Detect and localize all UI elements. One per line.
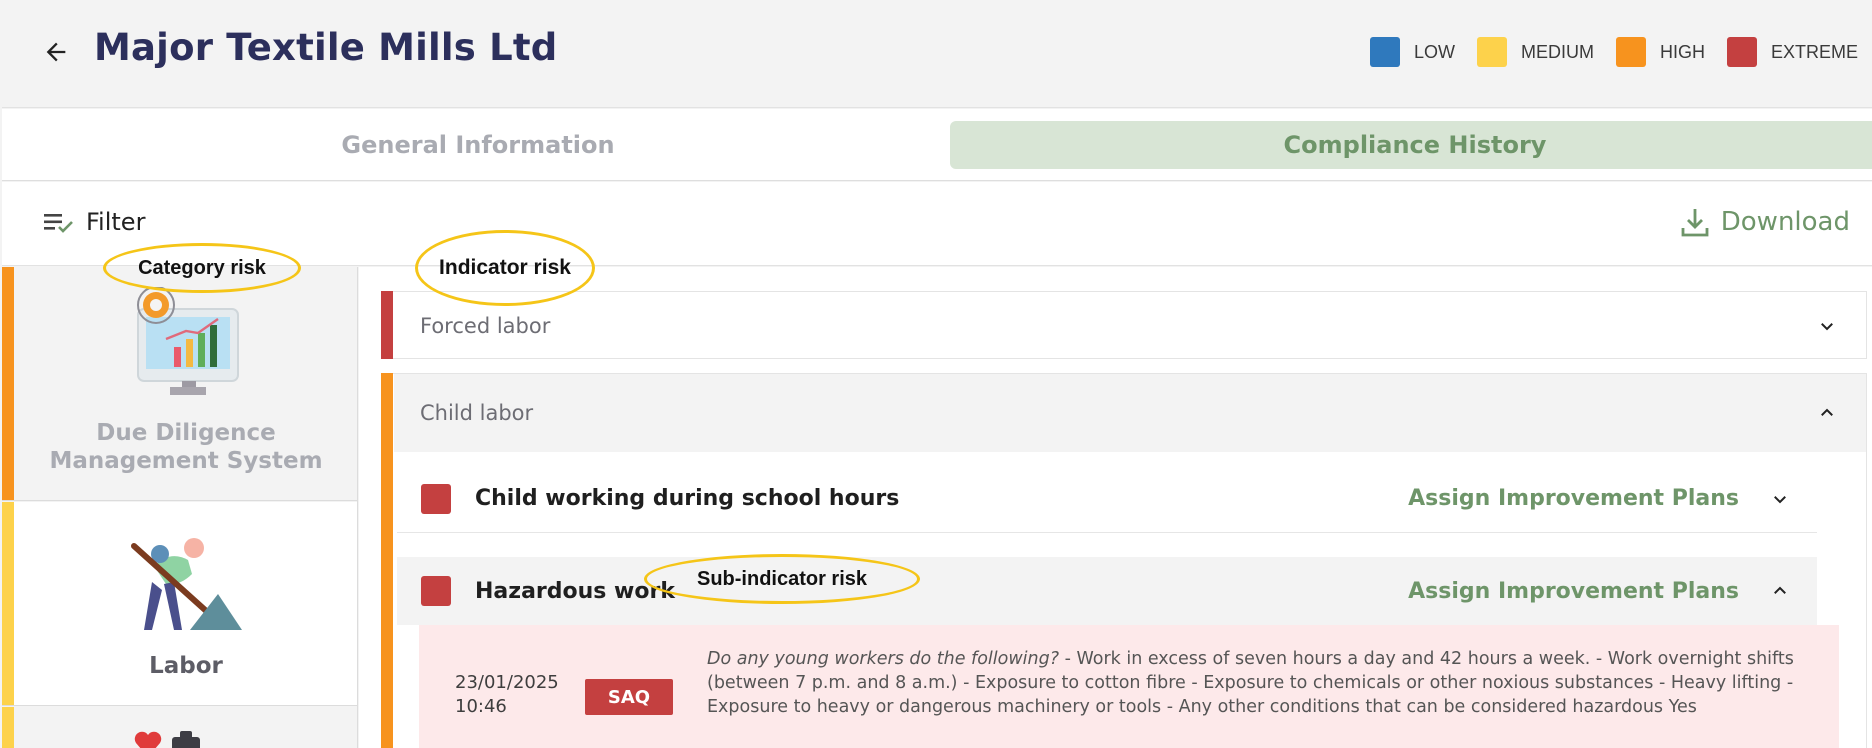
sub-indicator-title: Child working during school hours xyxy=(475,486,900,511)
annotation-indicator-risk: Indicator risk xyxy=(415,230,595,306)
category-label-line1: Due Diligence xyxy=(96,420,276,446)
legend-item-medium: MEDIUM xyxy=(1476,37,1594,67)
category-health[interactable] xyxy=(2,707,357,748)
indicator-forced-labor: Forced labor xyxy=(381,291,1867,359)
category-labor[interactable]: Labor xyxy=(2,502,357,706)
indicator-list: Forced labor Child labor Child working d… xyxy=(359,267,1872,748)
sub-indicator-row[interactable]: Child working during school hours Assign… xyxy=(397,465,1817,533)
page-header: Major Textile Mills Ltd LOW MEDIUM HIGH … xyxy=(2,0,1872,108)
back-arrow-icon[interactable] xyxy=(42,38,70,66)
legend-swatch-extreme xyxy=(1726,37,1757,67)
category-risk-bar xyxy=(2,502,14,705)
legend-label: MEDIUM xyxy=(1520,41,1594,62)
sub-indicator-risk-square xyxy=(421,576,451,606)
download-button[interactable]: Download xyxy=(1681,206,1850,238)
category-label: Labor xyxy=(14,652,357,680)
legend-swatch-low xyxy=(1369,37,1400,67)
category-label: Due Diligence Management System xyxy=(14,419,357,475)
category-label-line1: Labor xyxy=(149,653,223,679)
legend-item-high: HIGH xyxy=(1615,37,1705,67)
record-question: Do any young workers do the following? xyxy=(707,649,1060,669)
app-root: Major Textile Mills Ltd LOW MEDIUM HIGH … xyxy=(0,0,1872,748)
record-time: 10:46 xyxy=(455,696,507,717)
record-description: Do any young workers do the following? -… xyxy=(707,647,1807,719)
download-label: Download xyxy=(1720,207,1850,237)
annotation-sub-indicator-risk: Sub-indicator risk xyxy=(644,554,920,604)
filter-label: Filter xyxy=(86,208,146,236)
chart-monitor-icon xyxy=(137,287,239,395)
indicator-title: Child labor xyxy=(420,401,534,425)
category-label-line2: Management System xyxy=(49,448,323,474)
sub-indicator-row[interactable]: Hazardous work Assign Improvement Plans xyxy=(397,557,1817,625)
tab-bar: General Information Compliance History xyxy=(2,109,1872,181)
legend-label: LOW xyxy=(1413,41,1455,62)
assign-improvement-plans-link[interactable]: Assign Improvement Plans xyxy=(1408,486,1739,511)
legend-swatch-high xyxy=(1615,37,1646,67)
category-sidebar: Due Diligence Management System Labor xyxy=(2,267,358,748)
saq-badge: SAQ xyxy=(585,679,673,715)
tab-compliance-history[interactable]: Compliance History xyxy=(950,121,1872,169)
assign-improvement-plans-link[interactable]: Assign Improvement Plans xyxy=(1408,579,1739,604)
tab-general-information[interactable]: General Information xyxy=(2,121,954,169)
category-due-diligence[interactable]: Due Diligence Management System xyxy=(2,267,357,501)
chevron-down-icon[interactable] xyxy=(1818,317,1836,335)
legend-label: EXTREME xyxy=(1770,41,1858,62)
indicator-risk-bar xyxy=(381,373,393,748)
risk-legend: LOW MEDIUM HIGH EXTREME xyxy=(1348,37,1858,67)
chevron-up-icon[interactable] xyxy=(1771,582,1789,600)
category-risk-bar xyxy=(2,707,14,748)
annotation-category-risk: Category risk xyxy=(103,243,301,293)
indicator-header[interactable]: Child labor xyxy=(394,374,1866,452)
filter-list-icon xyxy=(44,214,73,233)
health-icon xyxy=(134,731,200,748)
indicator-title: Forced labor xyxy=(420,314,551,338)
legend-item-extreme: EXTREME xyxy=(1726,37,1858,67)
indicator-header[interactable]: Forced labor xyxy=(394,292,1866,360)
sub-indicator-risk-square xyxy=(421,483,451,514)
record-date: 23/01/2025 xyxy=(455,672,559,693)
indicator-risk-bar xyxy=(381,291,393,359)
legend-item-low: LOW xyxy=(1369,37,1455,67)
record-datetime: 23/01/2025 10:46 xyxy=(455,671,559,719)
filter-button[interactable]: Filter xyxy=(44,208,145,236)
download-icon xyxy=(1681,209,1709,237)
chevron-down-icon[interactable] xyxy=(1771,490,1789,508)
chevron-up-icon[interactable] xyxy=(1818,404,1836,422)
compliance-record: 23/01/2025 10:46 SAQ Do any young worker… xyxy=(419,625,1839,748)
worker-shovel-icon xyxy=(131,538,242,630)
legend-swatch-medium xyxy=(1476,37,1507,67)
legend-label: HIGH xyxy=(1659,41,1705,62)
category-risk-bar xyxy=(2,267,14,500)
page-title: Major Textile Mills Ltd xyxy=(94,26,558,69)
